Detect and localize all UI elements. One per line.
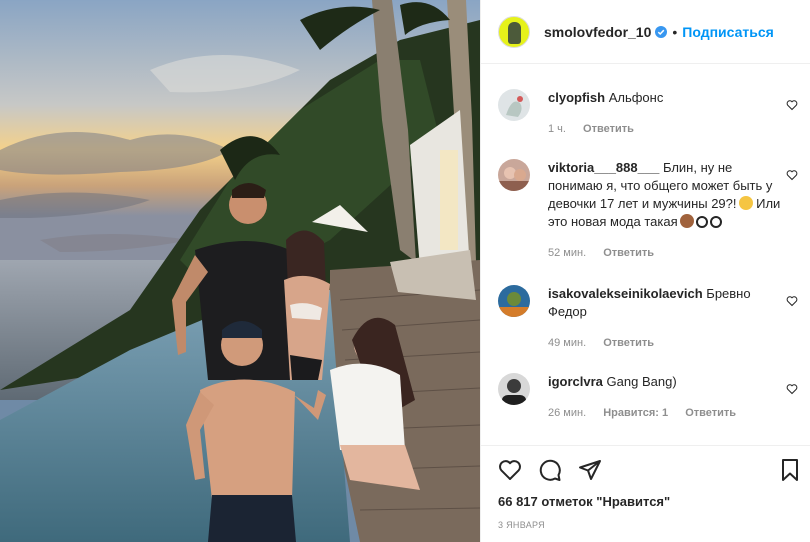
header-separator: • (672, 23, 678, 40)
post-date[interactable]: 3 ЯНВАРЯ (498, 520, 545, 530)
author-username[interactable]: smolovfedor_10 (544, 24, 651, 40)
comment-username[interactable]: viktoria___888___ (548, 160, 659, 175)
eyes-emoji (695, 216, 708, 228)
comment-time: 1 ч. (548, 123, 566, 135)
reply-button[interactable]: Ответить (583, 123, 634, 135)
likes-count[interactable]: 66 817 отметок "Нравится" (498, 494, 670, 509)
comment-time: 49 мин. (548, 337, 587, 349)
comment-text: Gang Bang) (606, 374, 677, 389)
post-header: smolovfedor_10 • Подписаться (481, 0, 810, 64)
reply-button[interactable]: Ответить (603, 337, 654, 349)
commenter-avatar[interactable] (498, 89, 530, 121)
comments-list[interactable]: clyopfish Альфонс 1 ч. Ответить viktoria… (481, 65, 810, 444)
post-photo[interactable] (0, 0, 480, 542)
heart-icon[interactable] (786, 169, 798, 181)
comment-username[interactable]: clyopfish (548, 90, 605, 105)
woman-shrugging-emoji (738, 196, 753, 210)
comment-likes-count[interactable]: Нравится: 1 (603, 407, 668, 419)
commenter-avatar[interactable] (498, 159, 530, 191)
commenter-avatar[interactable] (498, 373, 530, 405)
heart-icon[interactable] (786, 383, 798, 395)
share-icon[interactable] (578, 458, 602, 482)
verified-badge-icon (655, 25, 668, 38)
reply-button[interactable]: Ответить (685, 407, 736, 419)
heart-icon[interactable] (498, 458, 522, 482)
post-details-panel: smolovfedor_10 • Подписаться clyopfish А… (480, 0, 810, 542)
commenter-avatar[interactable] (498, 285, 530, 317)
post-actions: 66 817 отметок "Нравится" 3 ЯНВАРЯ (481, 445, 810, 542)
bookmark-icon[interactable] (778, 458, 802, 482)
comment-icon[interactable] (538, 458, 562, 482)
reply-button[interactable]: Ответить (603, 247, 654, 259)
author-avatar[interactable] (498, 15, 530, 48)
comment-text: Альфонс (608, 90, 664, 105)
heart-icon[interactable] (786, 295, 798, 307)
heart-icon[interactable] (786, 99, 798, 111)
comment-time: 52 мин. (548, 247, 587, 259)
comment-time: 26 мин. (548, 407, 587, 419)
see-no-evil-monkey-emoji (679, 214, 694, 228)
eyes-emoji (709, 216, 722, 228)
comment-username[interactable]: isakovalekseinikolaevich (548, 286, 703, 301)
follow-button[interactable]: Подписаться (682, 24, 774, 40)
comment-username[interactable]: igorclvra (548, 374, 603, 389)
